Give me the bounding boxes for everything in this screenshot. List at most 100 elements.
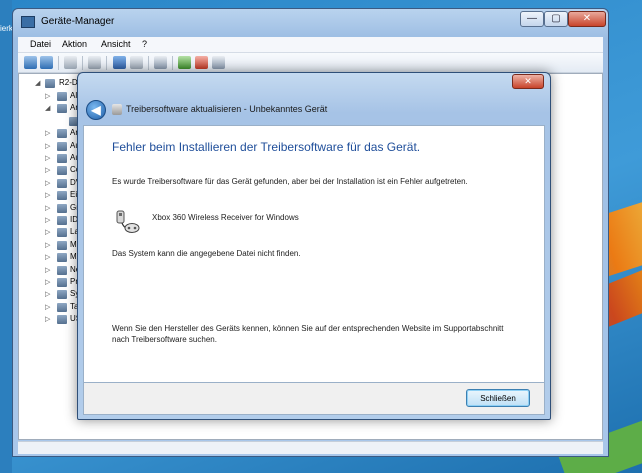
disc-icon (57, 178, 67, 188)
expand-arrow-icon[interactable]: ▷ (45, 179, 50, 187)
expand-arrow-icon[interactable]: ▷ (45, 290, 50, 298)
desktop-edge (0, 0, 12, 473)
expand-arrow-icon[interactable]: ▷ (45, 204, 50, 212)
tree-item[interactable]: ▷ Au (19, 153, 80, 165)
schliessen-button[interactable]: Schließen (466, 389, 530, 407)
tree-item[interactable]: ▷ M (19, 240, 79, 252)
toolbar-separator (82, 56, 83, 70)
keyboard-icon (57, 191, 67, 201)
device-name: Xbox 360 Wireless Receiver for Windows (152, 213, 299, 222)
network-icon (57, 265, 67, 275)
support-hint-text: Wenn Sie den Hersteller des Geräts kenne… (112, 324, 504, 344)
tree-item[interactable]: ▷ Co (19, 165, 80, 177)
dialog-close-button[interactable]: ✕ (512, 74, 544, 89)
tree-item[interactable]: ▷ Ei (19, 190, 79, 202)
menu-datei[interactable]: Datei (30, 39, 51, 49)
collapse-arrow-icon[interactable]: ◢ (45, 104, 50, 112)
monitor-icon (57, 166, 67, 176)
usb-icon (57, 315, 67, 325)
help-icon[interactable] (113, 56, 126, 69)
drive-icon (57, 228, 67, 238)
tree-item[interactable]: ▷ Pr (19, 277, 79, 289)
monitor-icon (57, 253, 67, 263)
update-driver-icon[interactable] (178, 56, 191, 69)
xbox-receiver-icon (116, 210, 140, 233)
toolbar (18, 53, 603, 73)
menu-aktion[interactable]: Aktion (62, 39, 87, 49)
tree-item[interactable]: ▷ Sy (19, 289, 79, 301)
tree-item[interactable]: ▷ Ar (19, 128, 79, 140)
tree-item[interactable]: ▷ Gr (19, 203, 79, 215)
tree-item[interactable]: ▷ US (19, 314, 81, 326)
collapse-arrow-icon[interactable]: ◢ (35, 79, 40, 87)
expand-arrow-icon[interactable]: ▷ (45, 216, 50, 224)
tree-root[interactable]: ◢ R2-D2 (19, 78, 82, 90)
update-driver-dialog: ✕ ◀ Treibersoftware aktualisieren - Unbe… (77, 72, 551, 420)
expand-arrow-icon[interactable]: ▷ (45, 241, 50, 249)
toolbar-separator (172, 56, 173, 70)
computer-icon (45, 79, 55, 88)
expand-arrow-icon[interactable]: ▷ (45, 303, 50, 311)
system-icon (57, 290, 67, 300)
tree-item[interactable]: ◢ Ar (19, 103, 79, 115)
tree-item[interactable]: ▷ Al (19, 91, 79, 103)
tree-item[interactable]: ▷ Ta (19, 302, 79, 314)
mouse-icon (57, 240, 67, 250)
tree-item[interactable]: ▷ Ne (19, 265, 80, 277)
driver-icon (112, 104, 122, 115)
tree-item[interactable] (19, 116, 79, 128)
tree-item[interactable]: ▷ La (19, 227, 79, 239)
expand-arrow-icon[interactable]: ▷ (45, 154, 50, 162)
window-title: Geräte-Manager (41, 16, 115, 27)
tree-item-label: M (70, 252, 77, 262)
tree-item[interactable]: ▷ Au (19, 141, 80, 153)
menu-help[interactable]: ? (142, 39, 147, 49)
tree-view-icon[interactable] (64, 56, 77, 69)
back-arrow-icon[interactable] (24, 56, 37, 69)
desktop-icon-label[interactable]: ierk (0, 24, 12, 33)
scan-hardware-icon[interactable] (154, 56, 167, 69)
back-button[interactable]: ◀ (86, 100, 106, 120)
expand-arrow-icon[interactable]: ▷ (45, 166, 50, 174)
tree-item[interactable]: ▷ ID (19, 215, 79, 227)
speaker-icon (57, 154, 67, 163)
forward-arrow-icon[interactable] (40, 56, 53, 69)
tree-item[interactable]: ▷ DV (19, 178, 81, 190)
close-button[interactable]: ✕ (568, 11, 606, 27)
expand-arrow-icon[interactable]: ▷ (45, 253, 50, 261)
expand-arrow-icon[interactable]: ▷ (45, 278, 50, 286)
status-bar (18, 441, 603, 454)
tree-item[interactable]: ▷ M (19, 252, 79, 264)
menu-bar: Datei Aktion Ansicht ? (18, 37, 603, 53)
expand-arrow-icon[interactable]: ▷ (45, 266, 50, 274)
properties-icon[interactable] (88, 56, 101, 69)
keyboard-icon (57, 302, 67, 312)
toolbar-separator (106, 56, 107, 70)
uninstall-icon[interactable] (195, 56, 208, 69)
maximize-button[interactable]: ▢ (544, 11, 568, 27)
error-heading: Fehler beim Installieren der Treibersoft… (112, 140, 421, 154)
dialog-content: Fehler beim Installieren der Treibersoft… (83, 125, 545, 383)
found-driver-text: Es wurde Treibersoftware für das Gerät g… (112, 177, 468, 186)
title-bar[interactable]: Geräte-Manager — ▢ ✕ (13, 9, 608, 35)
expand-arrow-icon[interactable]: ▷ (45, 142, 50, 150)
ide-controller-icon (57, 216, 67, 225)
menu-ansicht[interactable]: Ansicht (101, 39, 131, 49)
audio-icon (57, 92, 67, 101)
expand-arrow-icon[interactable]: ▷ (45, 315, 50, 323)
system-error-message: Das System kann die angegebene Datei nic… (112, 249, 301, 258)
expand-arrow-icon[interactable]: ▷ (45, 191, 50, 199)
expand-arrow-icon[interactable]: ▷ (45, 228, 50, 236)
expand-arrow-icon[interactable]: ▷ (45, 92, 50, 100)
display-adapter-icon (57, 203, 67, 213)
disable-device-icon[interactable] (212, 56, 225, 69)
device-manager-icon (21, 16, 35, 28)
minimize-button[interactable]: — (520, 11, 544, 27)
expand-arrow-icon[interactable]: ▷ (45, 129, 50, 137)
toolbar-separator (148, 56, 149, 70)
processor-icon (57, 278, 67, 287)
view-icon[interactable] (130, 56, 143, 69)
dialog-title: Treibersoftware aktualisieren - Unbekann… (126, 104, 328, 114)
dialog-footer: Schließen (83, 383, 545, 415)
other-devices-icon (57, 104, 67, 114)
